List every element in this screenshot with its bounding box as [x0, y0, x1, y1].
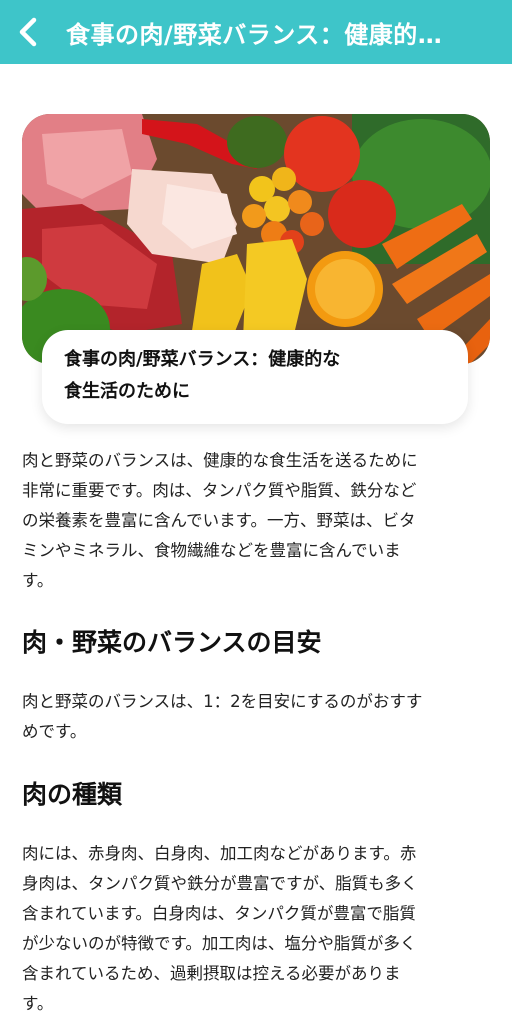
- intro-line: ミンやミネラル、食物繊維などを豊富に含んでいま: [22, 541, 401, 560]
- meat-types-line: 肉には、赤身肉、白身肉、加工肉などがあります。赤: [22, 844, 417, 863]
- article-body: 肉と野菜のバランスは、健康的な食生活を送るために 非常に重要です。肉は、タンパク…: [22, 446, 492, 1019]
- section-heading-balance: 肉・野菜のバランスの目安: [22, 628, 322, 657]
- hero-image: [22, 114, 490, 364]
- hero-title-line-1: 食事の肉/野菜バランス：健康的な: [64, 349, 341, 370]
- section-heading-meat-types: 肉の種類: [22, 780, 123, 809]
- intro-line: 肉と野菜のバランスは、健康的な食生活を送るために: [22, 451, 418, 470]
- intro-line: す。: [22, 571, 54, 590]
- balance-line: 肉と野菜のバランスは、1：2を目安にするのがおすす: [22, 692, 423, 711]
- intro-line: 非常に重要です。肉は、タンパク質や脂質、鉄分など: [22, 481, 417, 500]
- meat-types-line: が少ないのが特徴です。加工肉は、塩分や脂質が多く: [22, 934, 417, 953]
- intro-line: の栄養素を豊富に含んでいます。一方、野菜は、ビタ: [22, 511, 416, 530]
- back-button[interactable]: [8, 10, 48, 54]
- meat-types-line: す。: [22, 994, 54, 1013]
- meat-types-line: 身肉は、タンパク質や鉄分が豊富ですが、脂質も多く: [22, 874, 418, 893]
- balance-paragraph: 肉と野菜のバランスは、1：2を目安にするのがおすす めです。: [22, 687, 492, 747]
- hero-title-line-2: 食生活のために: [64, 381, 190, 402]
- page-title: 食事の肉/野菜バランス：健康的…: [66, 20, 443, 49]
- app-header: 食事の肉/野菜バランス：健康的…: [0, 0, 512, 64]
- meat-types-paragraph: 肉には、赤身肉、白身肉、加工肉などがあります。赤 身肉は、タンパク質や鉄分が豊富…: [22, 839, 492, 1019]
- hero-title-card: 食事の肉/野菜バランス：健康的な 食生活のために: [42, 330, 468, 424]
- intro-paragraph: 肉と野菜のバランスは、健康的な食生活を送るために 非常に重要です。肉は、タンパク…: [22, 446, 492, 596]
- meat-and-vegetables-photo: [22, 114, 490, 364]
- meat-types-line: 含まれています。白身肉は、タンパク質が豊富で脂質: [22, 904, 416, 923]
- balance-line: めです。: [22, 722, 87, 741]
- chevron-left-icon: [19, 17, 37, 47]
- meat-types-line: 含まれているため、過剰摂取は控える必要がありま: [22, 964, 401, 983]
